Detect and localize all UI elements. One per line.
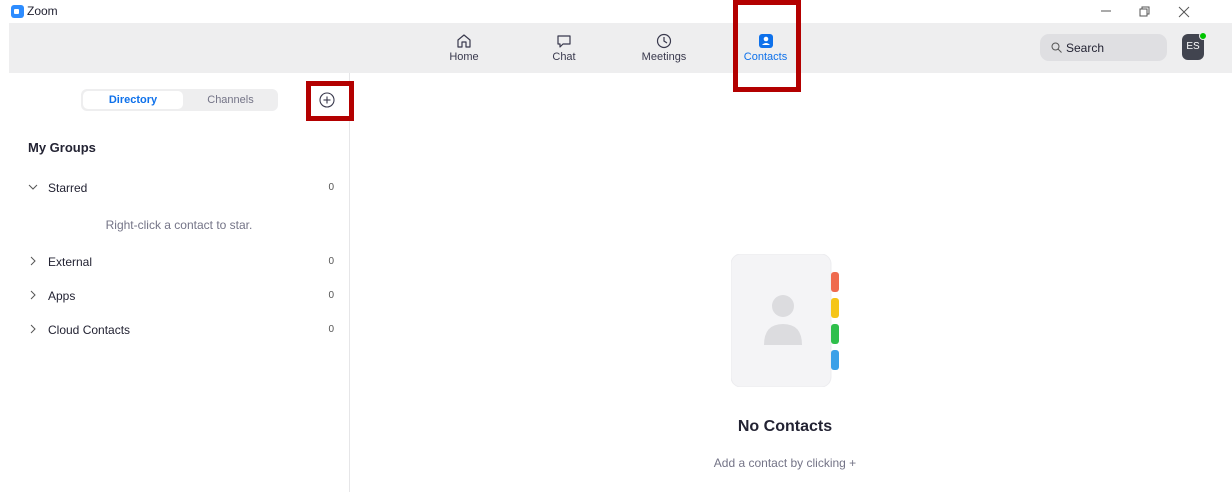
empty-state-subtitle: Add a contact by clicking + xyxy=(713,456,857,470)
restore-icon xyxy=(1139,6,1150,17)
highlight-box-add xyxy=(306,81,354,121)
search-icon xyxy=(1051,42,1062,53)
tab-directory[interactable]: Directory xyxy=(83,91,183,109)
minimize-button[interactable] xyxy=(1089,0,1123,22)
my-groups-heading: My Groups xyxy=(28,140,96,155)
minimize-icon xyxy=(1101,10,1111,12)
starred-hint: Right-click a contact to star. xyxy=(105,218,253,232)
nav-home-label: Home xyxy=(449,51,479,63)
search-input[interactable] xyxy=(1066,34,1161,61)
close-icon xyxy=(1178,6,1190,18)
group-count: 0 xyxy=(328,256,334,267)
chevron-down-icon xyxy=(28,184,38,190)
nav-meetings-label: Meetings xyxy=(641,51,687,63)
window-title: Zoom xyxy=(27,4,58,18)
title-bar: Zoom xyxy=(0,0,1232,22)
group-label: Starred xyxy=(48,181,88,195)
nav-home[interactable]: Home xyxy=(442,23,486,73)
chat-icon xyxy=(557,35,571,48)
presence-status-icon xyxy=(1199,32,1207,40)
group-cloud-contacts[interactable]: Cloud Contacts 0 xyxy=(9,321,349,341)
group-count: 0 xyxy=(328,290,334,301)
nav-chat[interactable]: Chat xyxy=(542,23,586,73)
clock-icon xyxy=(656,33,672,49)
zoom-logo-icon xyxy=(11,5,24,18)
empty-state-title: No Contacts xyxy=(737,418,833,435)
chevron-right-icon xyxy=(30,290,36,300)
group-label: External xyxy=(48,255,93,269)
nav-meetings[interactable]: Meetings xyxy=(635,23,693,73)
highlight-box-contacts xyxy=(733,0,801,92)
contacts-sidebar: Directory Channels My Groups Starred 0 R… xyxy=(9,73,350,492)
nav-chat-label: Chat xyxy=(552,51,576,63)
group-starred[interactable]: Starred 0 xyxy=(9,179,349,199)
group-apps[interactable]: Apps 0 xyxy=(9,287,349,307)
sidebar-tab-switcher: Directory Channels xyxy=(81,89,278,111)
group-label: Apps xyxy=(48,289,76,303)
group-count: 0 xyxy=(328,324,334,335)
contact-book-illustration-icon xyxy=(731,254,839,387)
group-label: Cloud Contacts xyxy=(48,323,131,337)
chevron-right-icon xyxy=(30,324,36,334)
home-icon xyxy=(457,34,471,48)
chevron-right-icon xyxy=(30,256,36,266)
search-box[interactable] xyxy=(1040,34,1167,61)
group-count: 0 xyxy=(328,182,334,193)
tab-channels[interactable]: Channels xyxy=(185,91,276,109)
close-button[interactable] xyxy=(1167,0,1201,22)
group-external[interactable]: External 0 xyxy=(9,253,349,273)
restore-button[interactable] xyxy=(1128,0,1162,22)
top-nav-bar: Home Chat Meetings Contacts ES xyxy=(9,23,1232,73)
